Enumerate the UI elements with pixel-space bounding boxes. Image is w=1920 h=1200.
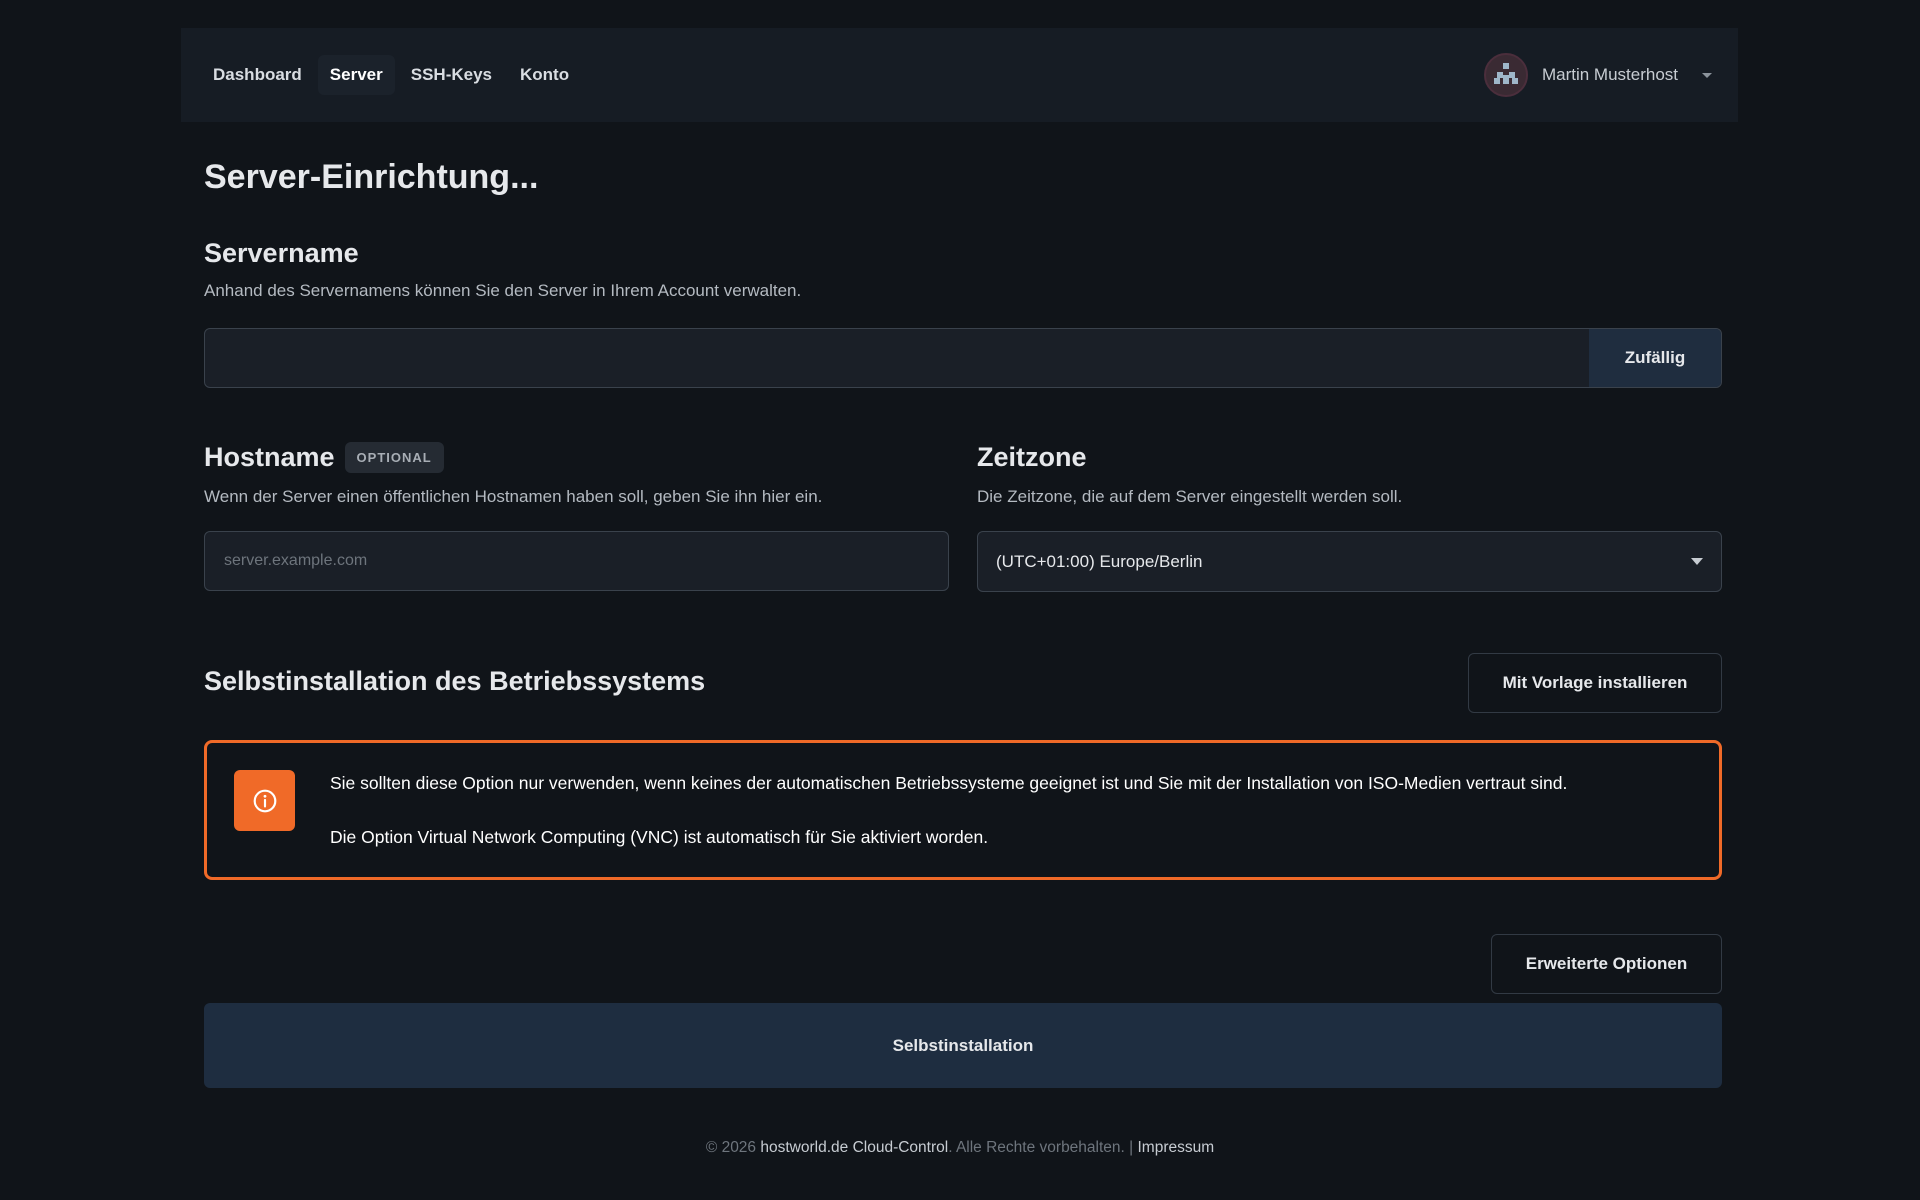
timezone-heading-row: Zeitzone <box>977 439 1722 475</box>
page: Dashboard Server SSH-Keys Konto Martin M… <box>0 0 1920 1200</box>
avatar-identicon-icon <box>1490 60 1521 90</box>
nav-ssh-keys[interactable]: SSH-Keys <box>399 55 504 95</box>
servername-section: Servername Anhand des Servernamens könne… <box>204 238 1722 301</box>
servername-input[interactable] <box>205 329 1589 387</box>
timezone-description: Die Zeitzone, die auf dem Server eingest… <box>977 487 1403 506</box>
hostname-heading: Hostname <box>204 441 335 472</box>
servername-description: Anhand des Servernamens können Sie den S… <box>204 281 802 300</box>
page-title: Server-Einrichtung... <box>204 158 539 196</box>
alert-text-line1: Sie sollten diese Option nur verwenden, … <box>330 773 1568 793</box>
timezone-heading: Zeitzone <box>977 441 1087 472</box>
hostname-heading-row: Hostname OPTIONAL <box>204 439 949 475</box>
self-install-submit-button[interactable]: Selbstinstallation <box>204 1003 1722 1088</box>
user-menu[interactable]: Martin Musterhost <box>1483 53 1712 97</box>
info-icon <box>253 789 276 812</box>
user-name: Martin Musterhost <box>1541 65 1678 84</box>
footer-brand-link[interactable]: hostworld.de Cloud-Control <box>760 1139 948 1156</box>
footer-rights: . Alle Rechte vorbehalten. | <box>948 1139 1134 1156</box>
nav-server[interactable]: Server <box>317 55 395 95</box>
caret-down-icon <box>1691 558 1703 565</box>
nav-dashboard[interactable]: Dashboard <box>213 55 314 95</box>
avatar <box>1483 53 1528 97</box>
footer-copyright: © 2026 <box>705 1139 757 1156</box>
servername-input-group: Zufällig <box>204 328 1722 388</box>
nav-konto[interactable]: Konto <box>508 55 581 95</box>
timezone-select[interactable]: (UTC+01:00) Europe/Berlin <box>977 531 1722 592</box>
main-nav: Dashboard Server SSH-Keys Konto <box>213 55 581 95</box>
footer: © 2026 hostworld.de Cloud-Control. Alle … <box>0 1139 1920 1157</box>
footer-impressum-link[interactable]: Impressum <box>1138 1139 1215 1156</box>
os-install-heading: Selbstinstallation des Betriebssystems <box>204 666 706 696</box>
hostname-section: Hostname OPTIONAL Wenn der Server einen … <box>204 439 949 591</box>
advanced-options-button[interactable]: Erweiterte Optionen <box>1491 934 1722 994</box>
random-name-button[interactable]: Zufällig <box>1589 329 1721 387</box>
chevron-down-icon <box>1702 72 1712 78</box>
timezone-selected-value: (UTC+01:00) Europe/Berlin <box>996 551 1203 571</box>
optional-badge: OPTIONAL <box>344 441 444 473</box>
hostname-input[interactable] <box>204 531 949 591</box>
alert-icon-box <box>234 770 295 831</box>
hostname-description: Wenn der Server einen öffentlichen Hostn… <box>204 487 823 506</box>
install-with-template-button[interactable]: Mit Vorlage installieren <box>1468 653 1722 713</box>
servername-heading: Servername <box>204 238 359 268</box>
warning-alert: Sie sollten diese Option nur verwenden, … <box>204 740 1722 880</box>
timezone-section: Zeitzone Die Zeitzone, die auf dem Serve… <box>977 439 1722 592</box>
top-navbar: Dashboard Server SSH-Keys Konto Martin M… <box>181 28 1738 122</box>
alert-text-line2: Die Option Virtual Network Computing (VN… <box>330 827 989 847</box>
